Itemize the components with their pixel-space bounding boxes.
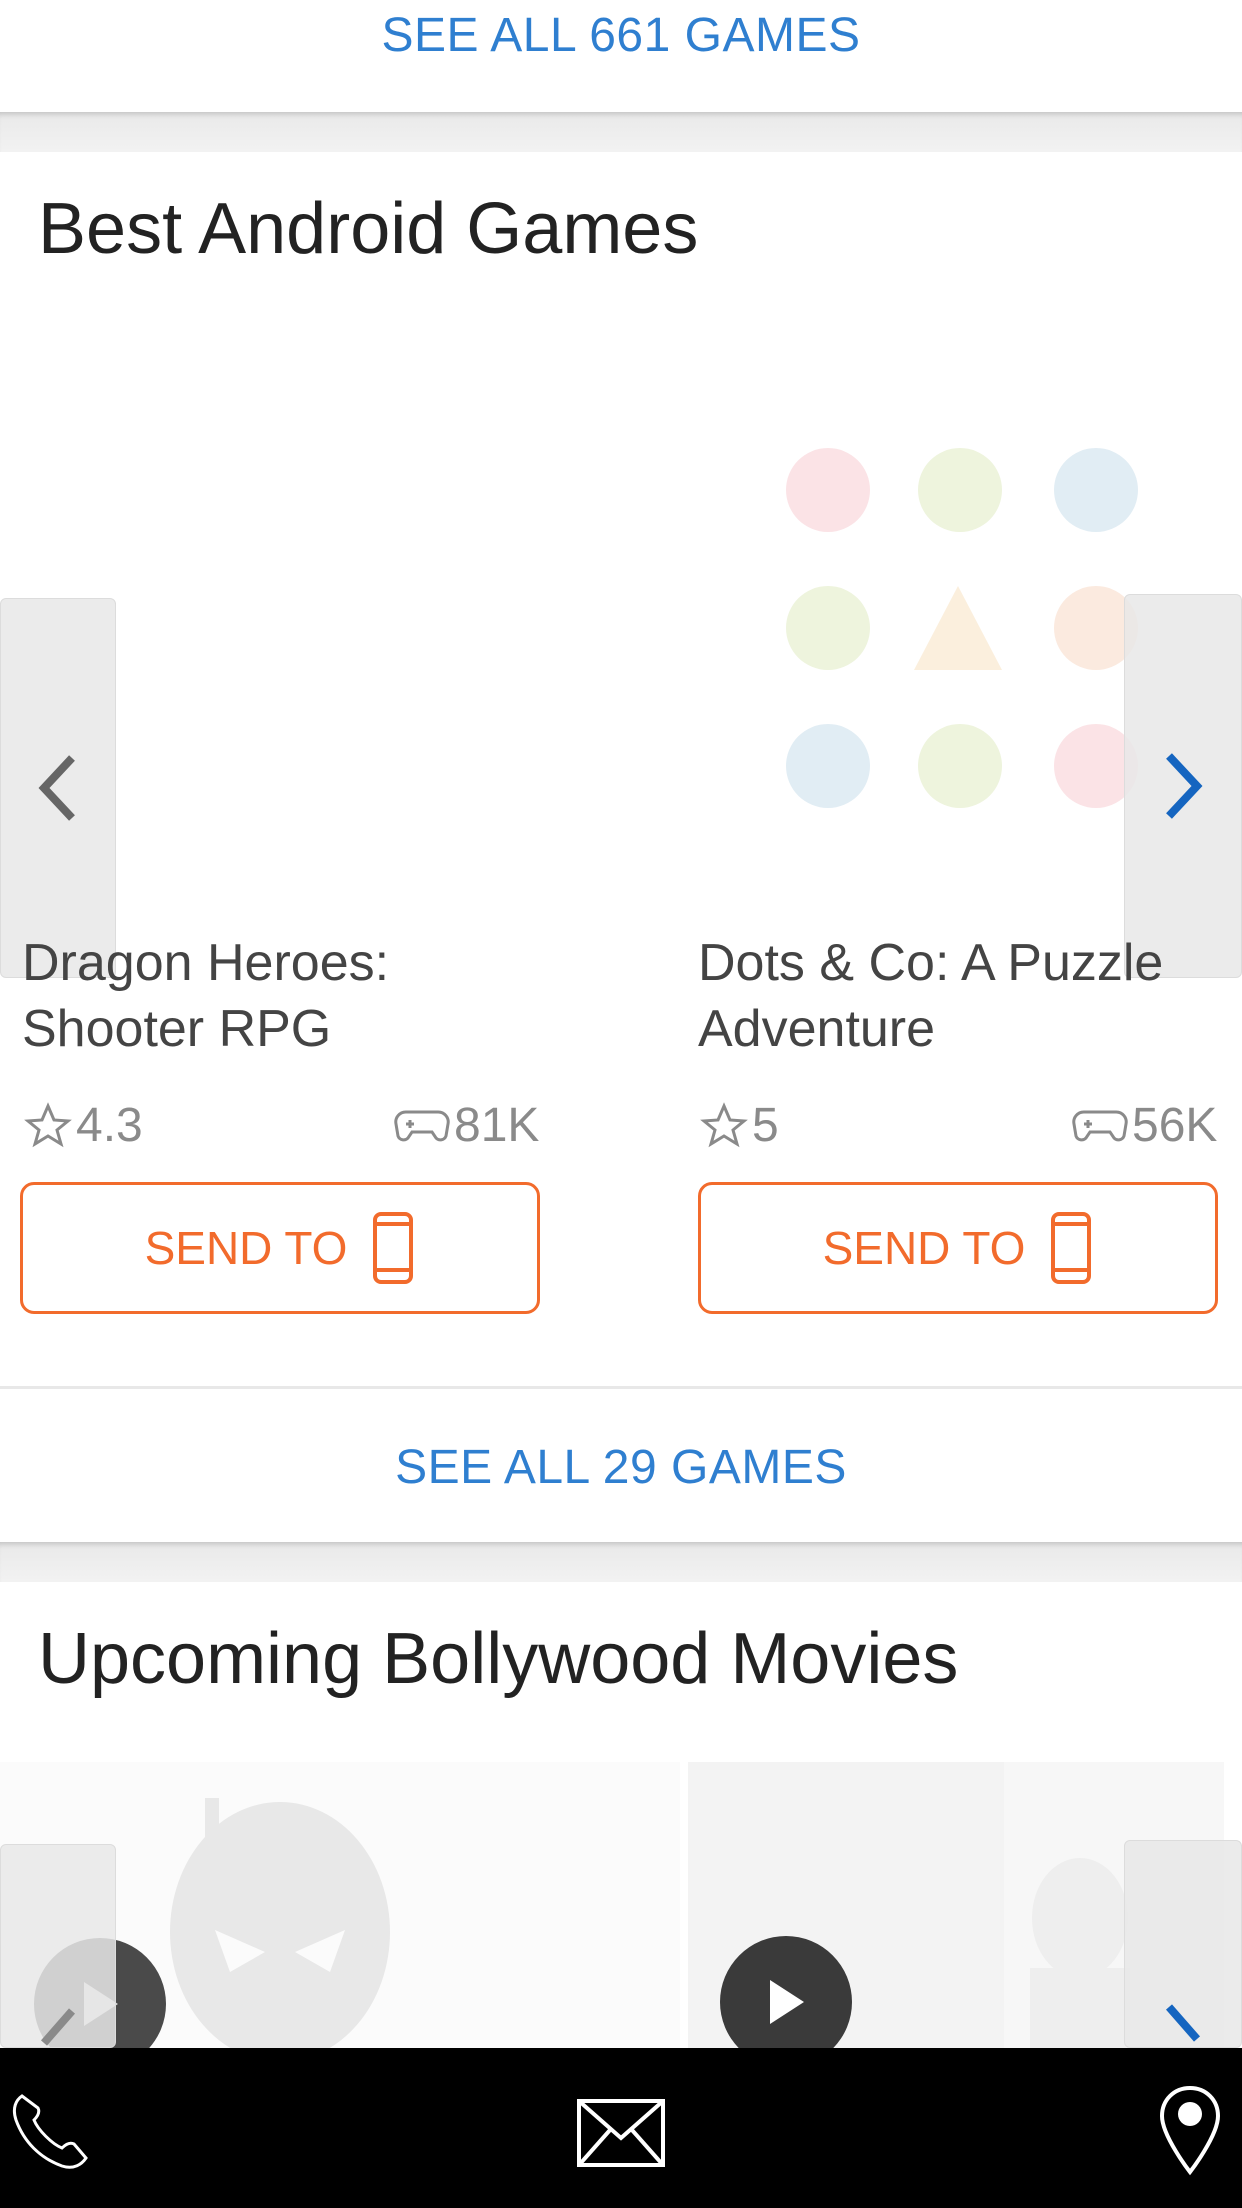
game-rating: 4.3 [24, 1098, 143, 1153]
see-all-29-games-link[interactable]: SEE ALL 29 GAMES [395, 1440, 847, 1495]
dots-co-game-art[interactable] [780, 440, 1160, 820]
section-divider [0, 112, 1242, 152]
rating-value: 5 [752, 1099, 779, 1152]
play-icon [770, 1980, 804, 2024]
alien-figure-image [170, 1798, 390, 2048]
location-pin-icon[interactable] [1158, 2084, 1222, 2176]
section-title-bollywood-movies: Upcoming Bollywood Movies [38, 1619, 959, 1699]
phone-device-icon [373, 1212, 414, 1284]
send-to-label: SEND TO [144, 1222, 348, 1274]
art-triangle [914, 586, 1002, 670]
art-dot [786, 448, 870, 532]
section-title-android-games: Best Android Games [38, 189, 699, 269]
art-dot [786, 724, 870, 808]
see-all-games-row: SEE ALL 29 GAMES [0, 1392, 1242, 1542]
see-all-661-games-link[interactable]: SEE ALL 661 GAMES [382, 8, 861, 63]
chevron-left-icon [38, 755, 75, 821]
gamepad-icon [1072, 1109, 1128, 1141]
game-title-line2: Shooter RPG [22, 1000, 332, 1058]
carousel-next-button[interactable] [1124, 594, 1242, 978]
see-all-top-strip: SEE ALL 661 GAMES [0, 0, 1242, 112]
chevron-left-icon [40, 2008, 76, 2046]
movies-carousel-prev-button[interactable] [0, 1844, 116, 2048]
star-outline-icon [24, 1101, 72, 1147]
phone-device-icon [1051, 1212, 1092, 1284]
art-dot [918, 724, 1002, 808]
chevron-right-icon [1166, 753, 1203, 819]
game-title[interactable]: Dragon Heroes: Shooter RPG [22, 930, 389, 1062]
gamepad-icon [394, 1109, 450, 1141]
send-to-phone-button[interactable]: SEND TO [698, 1182, 1218, 1314]
carousel-prev-button[interactable] [0, 598, 116, 978]
star-outline-icon [700, 1101, 748, 1147]
art-dot [1054, 448, 1138, 532]
players-count: 81K [454, 1099, 540, 1152]
phone-icon[interactable] [8, 2088, 92, 2172]
game-title-line1: Dragon Heroes: [22, 934, 390, 992]
game-players: 81K [394, 1098, 539, 1153]
game-players: 56K [1072, 1098, 1217, 1153]
mail-icon[interactable] [576, 2098, 666, 2168]
game-rating: 5 [700, 1098, 779, 1153]
divider [0, 1386, 1242, 1389]
play-button[interactable] [720, 1936, 852, 2048]
send-to-phone-button[interactable]: SEND TO [20, 1182, 540, 1314]
chevron-right-icon [1165, 2004, 1201, 2042]
art-dot [918, 448, 1002, 532]
page: SEE ALL 661 GAMES Best Android Games Dra… [0, 0, 1242, 2208]
art-dot [786, 586, 870, 670]
send-to-label: SEND TO [822, 1222, 1026, 1274]
movies-carousel-next-button[interactable] [1124, 1840, 1242, 2048]
rating-value: 4.3 [76, 1099, 143, 1152]
game-title-line2: Adventure [698, 1000, 936, 1058]
game-title[interactable]: Dots & Co: A Puzzle Adventure [698, 930, 1163, 1062]
person-silhouette-image [1030, 1858, 1130, 2048]
players-count: 56K [1132, 1099, 1218, 1152]
section-divider [0, 1542, 1242, 1582]
game-title-line1: Dots & Co: A Puzzle [698, 934, 1164, 992]
bottom-contact-bar [0, 2048, 1242, 2208]
